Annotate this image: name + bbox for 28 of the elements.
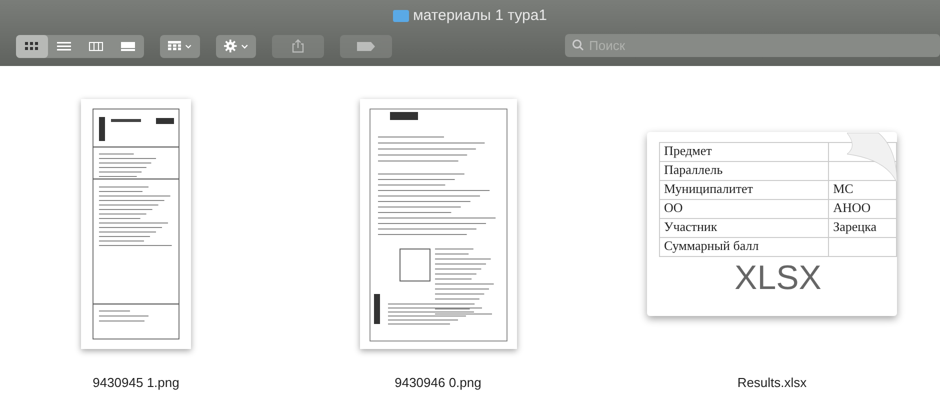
table-cell: Участник (660, 218, 829, 237)
file-name[interactable]: Results.xlsx (737, 373, 807, 392)
group-button[interactable] (160, 34, 200, 58)
table-cell: Муниципалитет (660, 180, 829, 199)
caret-icon (185, 44, 192, 48)
tag-icon (357, 42, 375, 50)
table-cell: Предмет (660, 142, 829, 161)
table-cell: Зарецка (828, 218, 896, 237)
action-button[interactable] (216, 34, 256, 58)
grid-icon (168, 40, 182, 52)
table-cell: МС (828, 180, 896, 199)
table-cell: Параллель (660, 161, 829, 180)
icon-view-button[interactable] (16, 34, 48, 58)
window-title: материалы 1 тура1 (412, 6, 548, 26)
gallery-icon (121, 42, 135, 50)
folder-icon (392, 10, 409, 22)
columns-icon (89, 42, 103, 50)
file-name[interactable]: 9430946 0.png (394, 373, 482, 392)
table-cell: Суммарный балл (660, 237, 829, 256)
grid-icon (25, 42, 39, 50)
share-icon (292, 39, 304, 53)
list-icon (57, 42, 71, 50)
table-cell: ОО (660, 199, 829, 218)
file-name[interactable]: 9430945 1.png (92, 373, 180, 392)
file-type-label: XLSX (734, 260, 822, 294)
gear-icon (224, 39, 237, 53)
table-cell: АНОО (828, 199, 896, 218)
caret-icon (240, 44, 248, 48)
